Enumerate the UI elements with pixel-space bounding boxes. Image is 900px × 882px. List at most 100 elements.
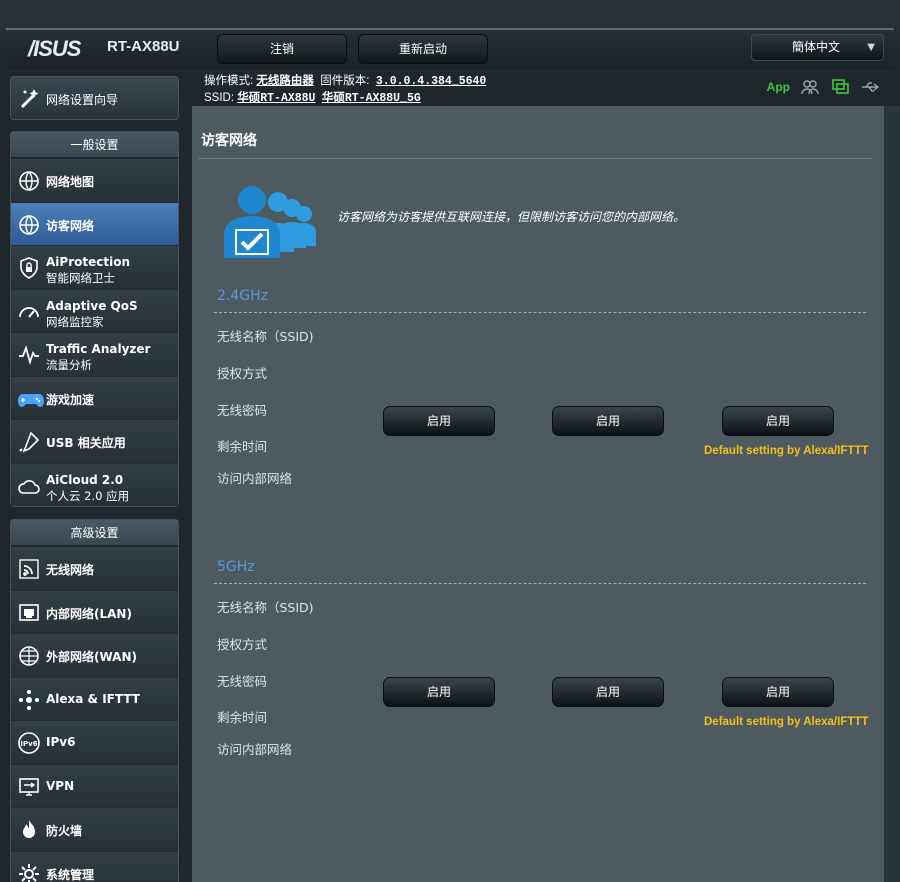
sidebar-item-administration[interactable]: 系统管理 (11, 850, 178, 882)
field-label-time: 剩余时间 (217, 710, 268, 725)
sidebar-item-label: IPv6 (46, 735, 76, 749)
language-value: 簡体中文 (792, 40, 841, 54)
sidebar-item-label: 外部网络(WAN) (46, 650, 137, 664)
alexa-dots-icon (17, 688, 41, 712)
field-label-password: 无线密码 (217, 674, 268, 689)
asus-logo: /ISUS (28, 36, 81, 61)
divider (198, 158, 872, 159)
sidebar-item-label: USB 相关应用 (46, 436, 126, 450)
sidebar-item-label: AiCloud 2.0 (46, 472, 124, 487)
app-link[interactable]: App (767, 80, 790, 94)
band-title-5ghz: 5GHz (217, 559, 255, 575)
advanced-settings-header: 高级设置 (11, 520, 178, 546)
lan-port-icon (17, 601, 41, 625)
enable-button[interactable]: 启用 (722, 677, 834, 707)
sidebar-item-label: 网络设置向导 (46, 93, 119, 107)
sidebar-item-label: Adaptive QoS (46, 298, 138, 313)
sidebar-item-wizard[interactable]: 网络设置向导 (10, 76, 179, 120)
general-settings-panel: 一般设置 网络地图 访客网络 AiProtection 智能网络卫士 Adapt… (10, 131, 179, 507)
sidebar-item-sublabel: 智能网络卫士 (46, 271, 115, 285)
sidebar-item-usb-apps[interactable]: USB 相关应用 (11, 419, 178, 463)
general-settings-header: 一般设置 (11, 132, 178, 158)
field-label-auth: 授权方式 (217, 637, 268, 652)
usb-icon[interactable] (860, 78, 880, 96)
enable-button[interactable]: 启用 (383, 406, 495, 436)
sidebar-item-sublabel: 个人云 2.0 应用 (46, 488, 130, 503)
status-line-ssid: SSID: 华硕RT-AX88U 华硕RT-AX88U_5G (204, 89, 421, 105)
sidebar-item-wireless[interactable]: 无线网络 (11, 546, 178, 590)
wifi-icon (17, 557, 41, 581)
cloud-icon (17, 474, 41, 498)
alexa-note: Default setting by Alexa/IFTTT (704, 445, 869, 457)
field-label-intranet: 访问内部网络 (217, 742, 293, 757)
globe-icon (17, 169, 41, 193)
sidebar-item-label: Traffic Analyzer (46, 342, 151, 356)
advanced-settings-panel: 高级设置 无线网络 内部网络(LAN) 外部网络(WAN) Alexa & IF… (10, 519, 179, 882)
sidebar-item-lan[interactable]: 内部网络(LAN) (11, 589, 178, 633)
status-line-mode: 操作模式: 无线路由器 固件版本: 3.0.0.4.384_5640 (204, 72, 486, 88)
sidebar-item-label: AiProtection (46, 255, 130, 269)
language-select[interactable]: 簡体中文 ▼ (751, 34, 884, 61)
sidebar-item-sublabel: 网络监控家 (46, 314, 104, 329)
sidebar-item-firewall[interactable]: 防火墙 (11, 807, 178, 851)
field-label-password: 无线密码 (217, 403, 268, 418)
enable-button[interactable]: 启用 (383, 677, 495, 707)
chevron-down-icon: ▼ (867, 42, 875, 53)
field-label-ssid: 无线名称（SSID) (217, 329, 314, 344)
band-title-24ghz: 2.4GHz (217, 288, 268, 304)
sidebar-item-adaptive-qos[interactable]: Adaptive QoS 网络监控家 (11, 288, 178, 332)
sidebar-item-guest-network[interactable]: 访客网络 (11, 201, 178, 245)
firmware-link[interactable]: 3.0.0.4.384_5640 (376, 75, 486, 88)
sidebar-item-vpn[interactable]: VPN (11, 763, 178, 807)
mode-link[interactable]: 无线路由器 (256, 75, 314, 87)
sidebar-item-alexa-ifttt[interactable]: Alexa & IFTTT (11, 676, 178, 720)
gauge-icon (17, 300, 41, 324)
mode-label: 操作模式: (204, 75, 254, 87)
network-status-icon[interactable] (830, 78, 850, 96)
status-bar: 操作模式: 无线路由器 固件版本: 3.0.0.4.384_5640 SSID:… (192, 70, 892, 106)
sidebar-item-label: Alexa & IFTTT (46, 691, 140, 706)
sidebar-item-label: 系统管理 (46, 867, 95, 882)
sidebar-item-label: 网络地图 (46, 175, 95, 189)
logout-button[interactable]: 注销 (217, 34, 347, 64)
enable-button[interactable]: 启用 (552, 677, 664, 707)
sidebar-item-aicloud[interactable]: AiCloud 2.0 个人云 2.0 应用 (11, 462, 178, 506)
field-label-ssid: 无线名称（SSID) (217, 600, 314, 615)
svg-text:IPv6: IPv6 (20, 740, 37, 748)
shield-lock-icon (17, 256, 41, 280)
sidebar-item-ipv6[interactable]: IPv6 IPv6 (11, 720, 178, 764)
wizard-icon (17, 86, 43, 112)
sidebar-item-network-map[interactable]: 网络地图 (11, 158, 178, 202)
divider (214, 583, 866, 584)
router-model: RT-AX88U (107, 38, 180, 55)
sidebar-item-game-boost[interactable]: 游戏加速 (11, 375, 178, 419)
sidebar-item-label: 无线网络 (46, 563, 95, 577)
sidebar-item-label: 内部网络(LAN) (46, 606, 132, 621)
reboot-button[interactable]: 重新启动 (358, 34, 488, 64)
gear-icon (17, 862, 41, 882)
ssid-24-link[interactable]: 华硕RT-AX88U (237, 92, 315, 105)
sidebar-item-traffic-analyzer[interactable]: Traffic Analyzer 流量分析 (11, 332, 178, 376)
page-title: 访客网络 (201, 133, 257, 149)
sidebar-item-aiprotection[interactable]: AiProtection 智能网络卫士 (11, 245, 178, 289)
internet-globe-icon (17, 644, 41, 668)
pulse-icon (17, 343, 41, 367)
right-edge (884, 106, 900, 882)
ssid-label: SSID: (204, 92, 235, 104)
usb-key-icon (17, 430, 41, 454)
ssid-5-link[interactable]: 华硕RT-AX88U_5G (322, 92, 421, 105)
firmware-label: 固件版本: (320, 75, 370, 87)
description-text: 访客网络为访客提供互联网连接，但限制访客访问您的内部网络。 (337, 210, 686, 224)
clients-icon[interactable] (800, 78, 820, 96)
guest-network-icon (218, 184, 322, 262)
enable-button[interactable]: 启用 (552, 406, 664, 436)
field-label-time: 剩余时间 (217, 439, 268, 454)
enable-button[interactable]: 启用 (722, 406, 834, 436)
status-icons: App (767, 78, 880, 96)
firewall-icon (17, 818, 41, 842)
vpn-monitor-icon (17, 775, 41, 799)
sidebar-item-wan[interactable]: 外部网络(WAN) (11, 633, 178, 677)
sidebar-item-label: 访客网络 (46, 218, 95, 233)
guest-network-icon (17, 213, 41, 237)
alexa-note: Default setting by Alexa/IFTTT (704, 716, 869, 728)
